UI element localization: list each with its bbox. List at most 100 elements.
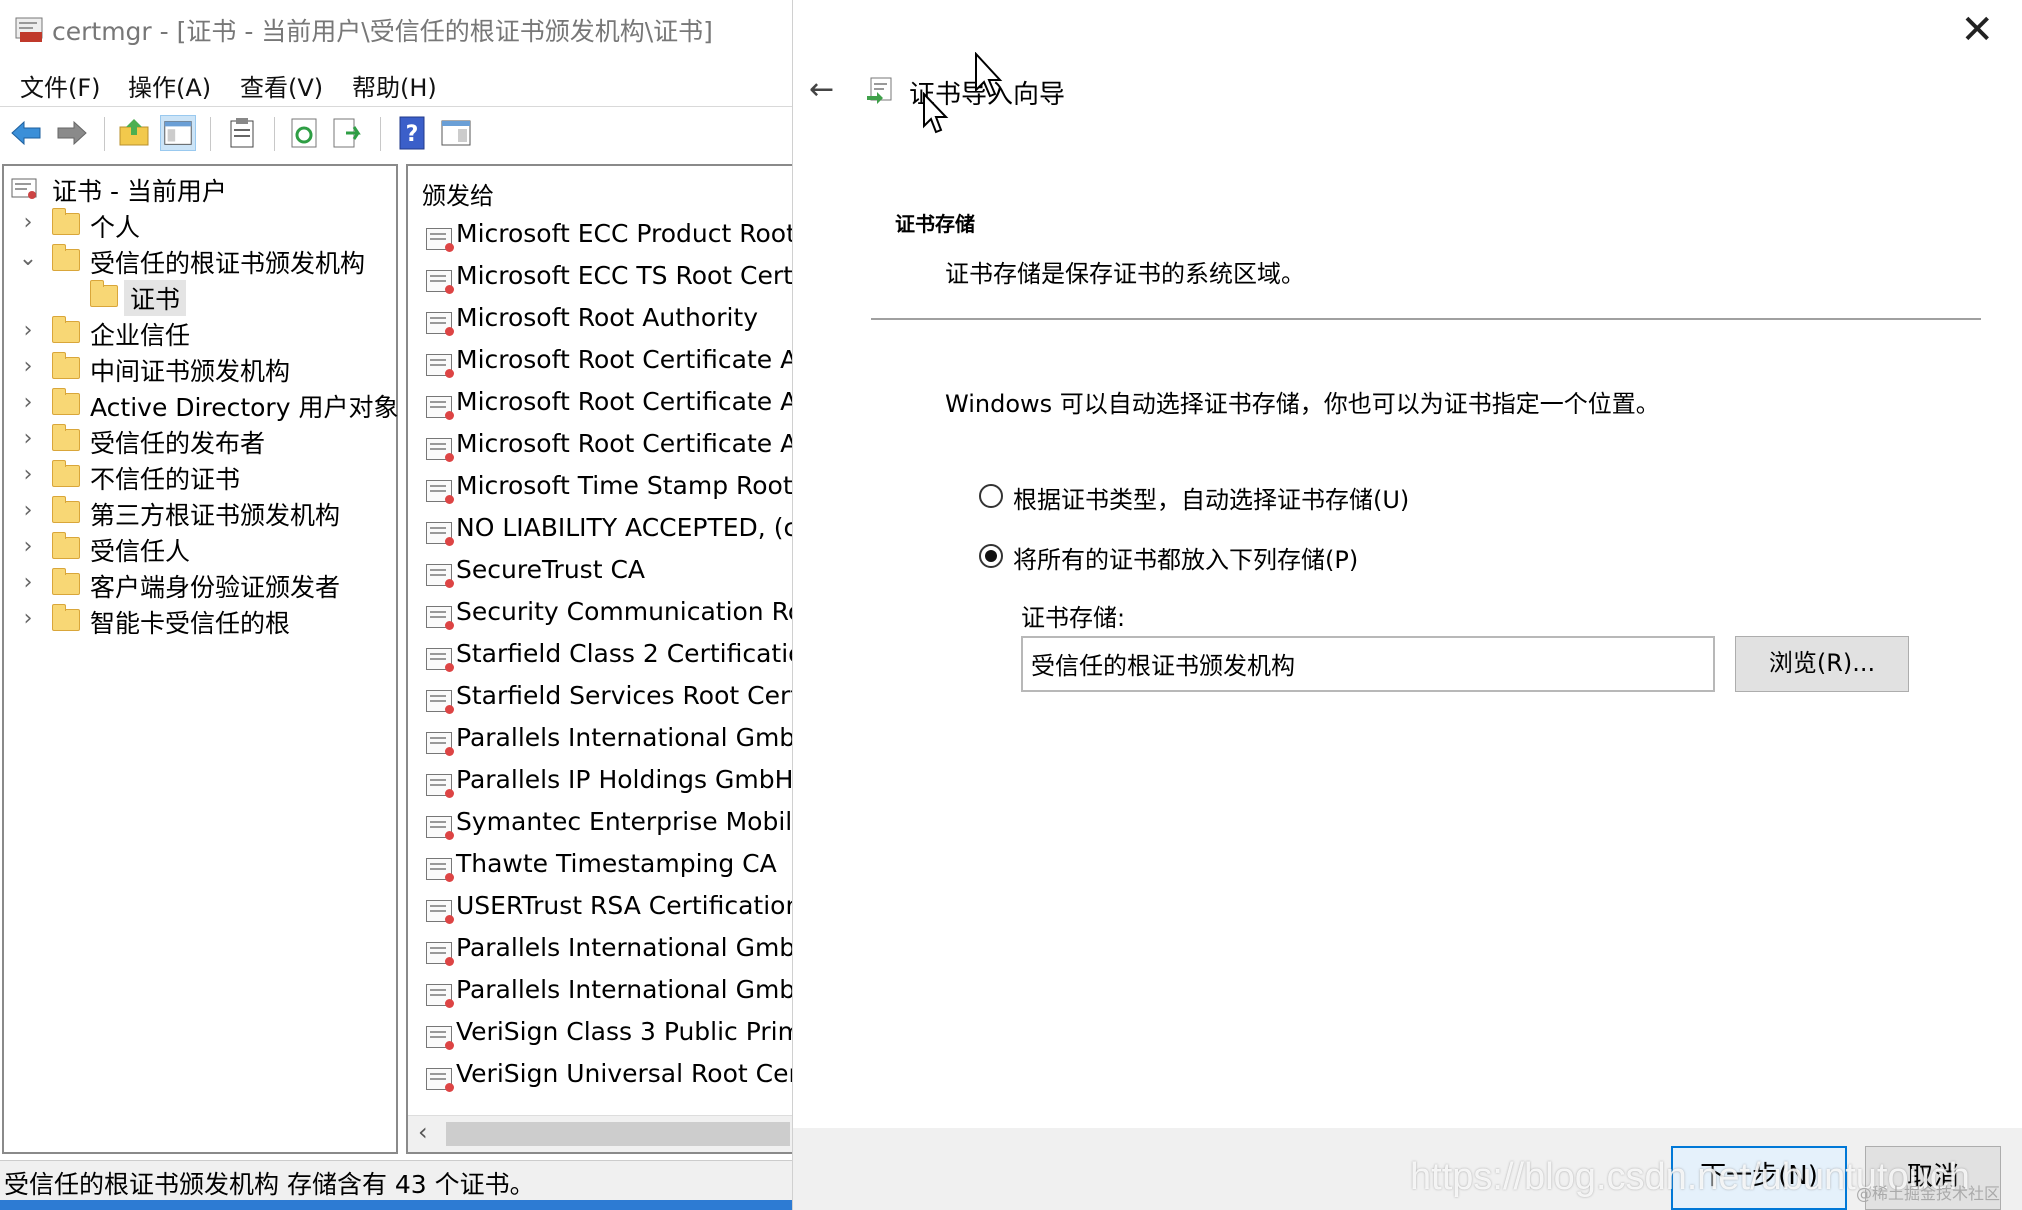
folder-icon [52, 352, 82, 381]
toolbar: ? [0, 106, 792, 161]
up-folder-icon[interactable] [116, 115, 152, 151]
clipboard-icon[interactable] [224, 115, 260, 151]
certificate-row[interactable]: Starfield Services Root Certific... [418, 678, 798, 718]
certificate-icon [426, 648, 454, 672]
tree-item-smart-card-root[interactable]: › 智能卡受信任的根 [4, 602, 396, 638]
forward-arrow-icon[interactable] [54, 115, 90, 151]
certificate-row[interactable]: Microsoft Time Stamp Root Ce... [418, 468, 798, 508]
certificate-row[interactable]: Thawte Timestamping CA [418, 846, 798, 886]
certificate-row[interactable]: Parallels International GmbH [418, 930, 798, 970]
radio-button-checked[interactable] [979, 544, 1003, 568]
chevron-right-icon[interactable]: › [18, 354, 38, 380]
certificate-row[interactable]: Symantec Enterprise Mobile R... [418, 804, 798, 844]
certificate-name: Parallels International GmbH [456, 975, 798, 1004]
certificate-icon [426, 564, 454, 588]
certificate-row[interactable]: Security Communication Root... [418, 594, 798, 634]
tree-item-enterprise-trust[interactable]: › 企业信任 [4, 314, 396, 350]
certificate-icon [426, 1068, 454, 1092]
back-arrow-icon[interactable] [8, 115, 44, 151]
certificate-icon [426, 438, 454, 462]
folder-icon [52, 496, 82, 525]
tree-item-trusted-publishers[interactable]: › 受信任的发布者 [4, 422, 396, 458]
chevron-right-icon[interactable]: › [18, 210, 38, 236]
certificate-row[interactable]: VeriSign Universal Root Certifi... [418, 1056, 798, 1096]
chevron-right-icon[interactable]: › [18, 426, 38, 452]
section-title: 证书存储 [895, 212, 975, 236]
properties-pane-icon[interactable] [438, 115, 474, 151]
certificate-icon [426, 858, 454, 882]
certificate-store-field[interactable]: 受信任的根证书颁发机构 [1021, 636, 1715, 692]
tree-item-ad-user-object[interactable]: › Active Directory 用户对象 [4, 386, 398, 422]
svg-text:?: ? [406, 122, 419, 147]
toolbar-separator [380, 117, 381, 151]
certificate-row[interactable]: Starfield Class 2 Certification A... [418, 636, 798, 676]
certificate-icon [426, 522, 454, 546]
folder-icon [52, 316, 82, 345]
refresh-icon[interactable] [286, 115, 322, 151]
column-header-issued-to[interactable]: 颁发给 [422, 176, 494, 211]
close-icon[interactable]: ✕ [1960, 10, 1994, 50]
certificate-row[interactable]: NO LIABILITY ACCEPTED, (c)9... [418, 510, 798, 550]
intro-text: Windows 可以自动选择证书存储，你也可以为证书指定一个位置。 [945, 390, 1660, 418]
folder-icon [52, 388, 82, 417]
tree-item-third-party-root[interactable]: › 第三方根证书颁发机构 [4, 494, 396, 530]
certificate-row[interactable]: Microsoft ECC Product Root C... [418, 216, 798, 256]
tree-item-root[interactable]: 证书 - 当前用户 [4, 170, 396, 206]
certmgr-app-icon [15, 17, 43, 42]
certificate-row[interactable]: Parallels International Gmbh [418, 720, 798, 760]
certificate-icon [426, 732, 454, 756]
title-bar: certmgr - [证书 - 当前用户\受信任的根证书颁发机构\证书] [0, 0, 792, 60]
radio-label[interactable]: 将所有的证书都放入下列存储(P) [1013, 540, 1358, 575]
folder-icon [52, 208, 82, 237]
certificate-row[interactable]: Microsoft Root Certificate Aut... [418, 426, 798, 466]
certificate-name: Starfield Class 2 Certification A... [456, 639, 798, 668]
certificate-row[interactable]: Microsoft Root Authority [418, 300, 798, 340]
certificate-row[interactable]: Parallels International GmbH [418, 972, 798, 1012]
export-list-icon[interactable] [330, 115, 366, 151]
tree-item-client-auth-issuers[interactable]: › 客户端身份验证颁发者 [4, 566, 396, 602]
chevron-right-icon[interactable]: › [18, 570, 38, 596]
browse-button[interactable]: 浏览(R)... [1735, 636, 1909, 692]
help-icon[interactable]: ? [394, 115, 430, 151]
chevron-right-icon[interactable]: › [18, 498, 38, 524]
certificate-row[interactable]: Parallels IP Holdings GmbH [418, 762, 798, 802]
tree-item-label: 受信任的根证书颁发机构 [90, 249, 366, 278]
certificate-store-icon [11, 178, 37, 199]
scrollbar-thumb[interactable] [446, 1122, 790, 1146]
tree-item-certificates[interactable]: 证书 [4, 278, 396, 316]
show-hide-tree-icon[interactable] [160, 115, 196, 151]
chevron-right-icon[interactable]: › [18, 534, 38, 560]
certificate-row[interactable]: Microsoft Root Certificate Aut... [418, 342, 798, 382]
certificate-row[interactable]: SecureTrust CA [418, 552, 798, 592]
menu-help[interactable]: 帮助(H) [352, 68, 437, 103]
status-bar: 受信任的根证书颁发机构 存储含有 43 个证书。 [0, 1160, 792, 1201]
chevron-right-icon[interactable]: › [18, 462, 38, 488]
certificate-row[interactable]: Microsoft ECC TS Root Certific... [418, 258, 798, 298]
certificate-name: NO LIABILITY ACCEPTED, (c)9... [456, 513, 798, 542]
certificate-row[interactable]: USERTrust RSA Certification A... [418, 888, 798, 928]
scroll-left-icon[interactable]: ‹ [418, 1118, 428, 1146]
mouse-cursor-icon [923, 92, 949, 134]
tree-item-label: 证书 [124, 280, 187, 316]
radio-button-unchecked[interactable] [979, 484, 1003, 508]
chevron-right-icon[interactable]: › [18, 318, 38, 344]
certificate-name: Microsoft Root Certificate Aut... [456, 345, 798, 374]
menu-view[interactable]: 查看(V) [240, 68, 323, 103]
tree-item-trusted-people[interactable]: › 受信任人 [4, 530, 396, 566]
tree-item-intermediate-ca[interactable]: › 中间证书颁发机构 [4, 350, 396, 386]
tree-item-untrusted[interactable]: › 不信任的证书 [4, 458, 396, 494]
certificate-row[interactable]: Microsoft Root Certificate Aut... [418, 384, 798, 424]
tree-item-trusted-root[interactable]: ⌄ 受信任的根证书颁发机构 [4, 242, 396, 278]
back-arrow-icon[interactable]: ← [809, 72, 834, 107]
chevron-right-icon[interactable]: › [18, 390, 38, 416]
tree-item-personal[interactable]: › 个人 [4, 206, 396, 242]
chevron-down-icon[interactable]: ⌄ [18, 246, 38, 272]
certificate-row[interactable]: VeriSign Class 3 Public Primary... [418, 1014, 798, 1054]
tree-pane: 证书 - 当前用户 › 个人 ⌄ 受信任的根证书颁发机构 证书 › 企业信任 ›… [2, 164, 398, 1154]
chevron-right-icon[interactable]: › [18, 606, 38, 632]
radio-label[interactable]: 根据证书类型，自动选择证书存储(U) [1013, 480, 1409, 515]
taskbar-strip [0, 1200, 792, 1210]
menu-file[interactable]: 文件(F) [20, 68, 101, 103]
menu-action[interactable]: 操作(A) [128, 68, 211, 103]
horizontal-scrollbar[interactable]: ‹ [408, 1115, 792, 1152]
